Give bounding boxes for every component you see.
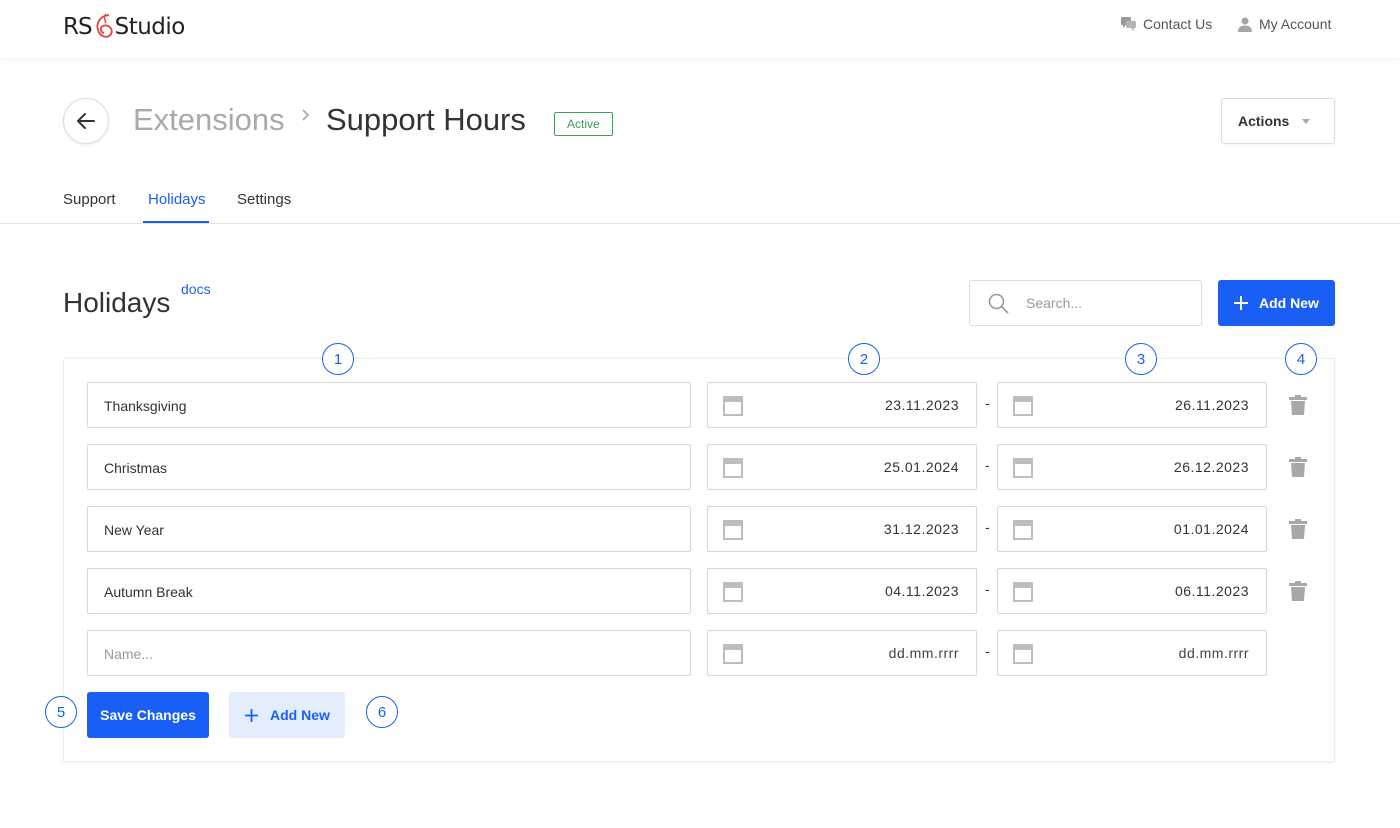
- end-date-value: 26.12.2023: [1173, 459, 1249, 475]
- start-date-field[interactable]: 31.12.2023: [707, 506, 977, 552]
- calendar-icon: [1013, 396, 1033, 416]
- start-date-value: 31.12.2023: [883, 521, 959, 537]
- date-range-separator: -: [985, 581, 990, 597]
- arrow-left-icon: [77, 113, 95, 129]
- tab-settings[interactable]: Settings: [237, 191, 291, 208]
- trash-icon: [1289, 581, 1307, 601]
- add-row-button[interactable]: Add New: [229, 692, 345, 738]
- calendar-icon: [723, 396, 743, 416]
- holiday-name-field[interactable]: [87, 506, 691, 552]
- marker-4: 4: [1285, 343, 1317, 375]
- logo-swirl-icon: [96, 13, 113, 38]
- breadcrumb-parent[interactable]: Extensions: [133, 102, 285, 138]
- actions-label: Actions: [1238, 113, 1290, 129]
- logo-studio-text: Studio: [114, 14, 186, 40]
- delete-row-button[interactable]: [1289, 457, 1307, 482]
- start-date-field[interactable]: dd.mm.rrrr: [707, 630, 977, 676]
- end-date-field[interactable]: 26.11.2023: [997, 382, 1267, 428]
- page-header: [0, 58, 1400, 224]
- calendar-icon: [723, 644, 743, 664]
- save-changes-label: Save Changes: [100, 707, 196, 723]
- end-date-field[interactable]: 01.01.2024: [997, 506, 1267, 552]
- docs-link[interactable]: docs: [181, 281, 211, 297]
- end-date-field[interactable]: 26.12.2023: [997, 444, 1267, 490]
- holiday-name-field[interactable]: [87, 568, 691, 614]
- holiday-name-input[interactable]: [104, 582, 664, 602]
- add-new-label: Add New: [1259, 295, 1319, 311]
- marker-1: 1: [322, 343, 354, 375]
- start-date-value: 25.01.2024: [883, 459, 959, 475]
- holiday-name-input[interactable]: [104, 396, 664, 416]
- logo[interactable]: RS Studio: [63, 12, 185, 42]
- search-icon: [988, 293, 1009, 314]
- user-icon: [1238, 17, 1252, 32]
- contact-us-label: Contact Us: [1143, 16, 1213, 32]
- start-date-value: 23.11.2023: [884, 397, 959, 413]
- chevron-right-icon: [302, 109, 310, 121]
- calendar-icon: [1013, 644, 1033, 664]
- delete-row-button[interactable]: [1289, 395, 1307, 420]
- calendar-icon: [1013, 582, 1033, 602]
- marker-5: 5: [45, 696, 77, 728]
- section-title: Holidays: [63, 287, 171, 318]
- end-date-value: dd.mm.rrrr: [1178, 645, 1249, 661]
- my-account-link[interactable]: My Account: [1238, 16, 1331, 32]
- trash-icon: [1289, 457, 1307, 477]
- delete-row-button[interactable]: [1289, 581, 1307, 606]
- plus-icon: [1234, 296, 1248, 310]
- logo-rs-text: RS: [63, 14, 93, 40]
- search-input[interactable]: [1026, 293, 1186, 313]
- tab-support[interactable]: Support: [63, 191, 116, 208]
- calendar-icon: [723, 458, 743, 478]
- start-date-field[interactable]: 04.11.2023: [707, 568, 977, 614]
- holiday-name-input[interactable]: [104, 520, 664, 540]
- my-account-label: My Account: [1259, 16, 1332, 32]
- end-date-field[interactable]: 06.11.2023: [997, 568, 1267, 614]
- marker-3: 3: [1125, 343, 1157, 375]
- active-tab-indicator: [143, 221, 209, 223]
- end-date-field[interactable]: dd.mm.rrrr: [997, 630, 1267, 676]
- plus-icon: [245, 708, 258, 722]
- date-range-separator: -: [985, 395, 990, 411]
- tab-holidays[interactable]: Holidays: [148, 191, 206, 208]
- date-range-separator: -: [985, 457, 990, 473]
- calendar-icon: [723, 520, 743, 540]
- contact-us-link[interactable]: Contact Us: [1121, 16, 1212, 32]
- trash-icon: [1289, 395, 1307, 415]
- page-title: Support Hours: [326, 102, 526, 137]
- start-date-value: dd.mm.rrrr: [888, 645, 959, 661]
- start-date-field[interactable]: 23.11.2023: [707, 382, 977, 428]
- start-date-field[interactable]: 25.01.2024: [707, 444, 977, 490]
- add-new-button[interactable]: Add New: [1218, 280, 1335, 326]
- delete-row-button[interactable]: [1289, 519, 1307, 544]
- end-date-value: 26.11.2023: [1174, 397, 1249, 413]
- chat-icon: [1121, 17, 1136, 31]
- start-date-value: 04.11.2023: [884, 583, 959, 599]
- holiday-name-field[interactable]: [87, 382, 691, 428]
- new-holiday-name-field[interactable]: [87, 630, 691, 676]
- status-badge: Active: [554, 112, 613, 136]
- date-range-separator: -: [985, 643, 990, 659]
- actions-dropdown[interactable]: Actions: [1221, 98, 1335, 144]
- marker-6: 6: [366, 696, 398, 728]
- search-box[interactable]: [969, 280, 1202, 326]
- holiday-name-input[interactable]: [104, 458, 664, 478]
- calendar-icon: [1013, 520, 1033, 540]
- end-date-value: 06.11.2023: [1174, 583, 1249, 599]
- marker-2: 2: [848, 343, 880, 375]
- back-button[interactable]: [63, 98, 109, 144]
- date-range-separator: -: [985, 519, 990, 535]
- top-bar: RS Studio Contact Us My Account: [0, 0, 1400, 58]
- end-date-value: 01.01.2024: [1173, 521, 1249, 537]
- holiday-name-input[interactable]: [104, 644, 664, 664]
- calendar-icon: [1013, 458, 1033, 478]
- caret-down-icon: [1302, 119, 1310, 124]
- trash-icon: [1289, 519, 1307, 539]
- holiday-name-field[interactable]: [87, 444, 691, 490]
- calendar-icon: [723, 582, 743, 602]
- save-changes-button[interactable]: Save Changes: [87, 692, 209, 738]
- add-row-label: Add New: [270, 707, 330, 723]
